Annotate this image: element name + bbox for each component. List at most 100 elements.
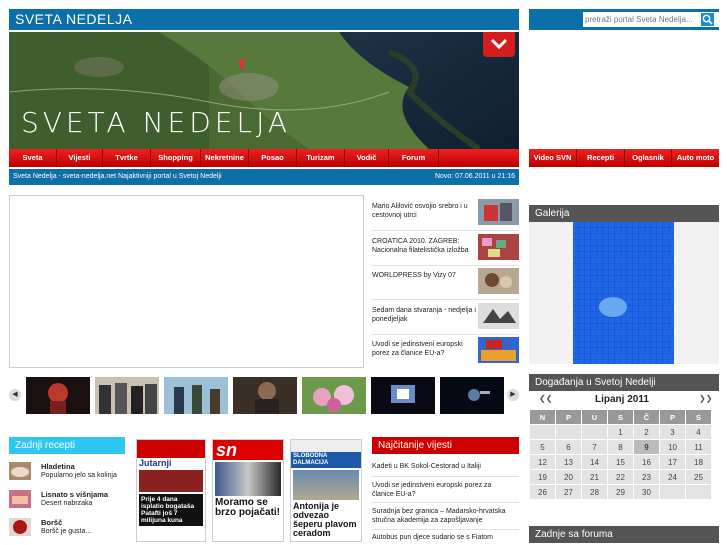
- search-button[interactable]: [700, 12, 715, 27]
- calendar-day[interactable]: 24: [659, 469, 686, 485]
- calendar-day[interactable]: 5: [529, 439, 556, 455]
- news-title[interactable]: CROATICA 2010. ZAGREB: Nacionalna filate…: [372, 237, 476, 255]
- weekday-label: P: [555, 409, 582, 425]
- nav-tvrtke[interactable]: Tvrtke: [103, 149, 151, 167]
- calendar-day[interactable]: 28: [581, 484, 608, 500]
- recipes-header[interactable]: Zadnji recepti: [9, 437, 125, 454]
- calendar-day[interactable]: 14: [581, 454, 608, 470]
- most-read-item[interactable]: Kadeti u BK Sokol-Cestorad u Italiji: [372, 462, 512, 471]
- calendar-day[interactable]: 23: [633, 469, 660, 485]
- calendar-day[interactable]: 7: [581, 439, 608, 455]
- carousel-thumbnail[interactable]: [440, 377, 504, 414]
- carousel-thumbnail[interactable]: [26, 377, 90, 414]
- carousel-next-button[interactable]: ▶: [507, 389, 519, 401]
- recipe-item[interactable]: Lisnato s višnjama Desert nabrzaka: [9, 488, 129, 512]
- gallery-image[interactable]: [573, 222, 674, 364]
- carousel-thumbnail[interactable]: [233, 377, 297, 414]
- cover-top-strip: [291, 440, 361, 452]
- news-item[interactable]: WORLDPRESS by Vizy 07: [372, 268, 519, 296]
- calendar-day[interactable]: 3: [659, 424, 686, 440]
- nav-sveta-nedelja[interactable]: Sveta Nedelja: [9, 149, 57, 180]
- news-thumbnail[interactable]: [478, 234, 519, 260]
- calendar-next-button[interactable]: ❯❯: [699, 394, 712, 403]
- calendar-day[interactable]: 26: [529, 484, 556, 500]
- carousel-prev-button[interactable]: ◀: [9, 389, 21, 401]
- news-item[interactable]: CROATICA 2010. ZAGREB: Nacionalna filate…: [372, 234, 519, 262]
- news-title[interactable]: Sedam dana stvaranja - nedjelja i ponedj…: [372, 306, 476, 324]
- calendar-day[interactable]: 6: [555, 439, 582, 455]
- news-item[interactable]: Sedam dana stvaranja - nedjelja i ponedj…: [372, 303, 519, 331]
- calendar-day[interactable]: 25: [685, 469, 712, 485]
- calendar-day[interactable]: 18: [685, 454, 712, 470]
- recipe-thumbnail[interactable]: [9, 518, 31, 536]
- recipe-name[interactable]: Lisnato s višnjama: [41, 490, 108, 499]
- recipe-item[interactable]: Hladetina Popularno jelo sa kolinja: [9, 460, 129, 484]
- main-nav: Sveta Nedelja Vijesti Tvrtke Shopping Ne…: [9, 149, 519, 180]
- hero-title: SVETA NEDELJA: [21, 106, 292, 139]
- calendar-day[interactable]: 29: [607, 484, 634, 500]
- newspaper-cover-slobodna-dalmacija[interactable]: SLOBODNA DALMACIJA Antonija je odvezao š…: [290, 439, 362, 542]
- carousel-thumbnail[interactable]: [164, 377, 228, 414]
- news-item[interactable]: Uvodi se jedinstveni europski porez za č…: [372, 337, 519, 365]
- carousel-thumbnail[interactable]: [371, 377, 435, 414]
- newspaper-cover-jutarnji[interactable]: Jutarnji Prije 4 dana isplatio bogataša …: [136, 439, 206, 542]
- collapse-banner-button[interactable]: [483, 32, 515, 57]
- news-thumbnail[interactable]: [478, 337, 519, 363]
- events-header[interactable]: Događanja u Svetoj Nedelji: [529, 374, 719, 391]
- most-read-item[interactable]: Uvodi se jedinstveni europski porez za č…: [372, 481, 512, 499]
- gallery-header[interactable]: Galerija: [529, 205, 719, 222]
- site-title[interactable]: SVETA NEDELJA: [9, 9, 519, 30]
- nav-vijesti[interactable]: Vijesti: [57, 149, 103, 167]
- featured-content-box[interactable]: [9, 195, 364, 368]
- nav-recepti[interactable]: Recepti: [577, 149, 625, 167]
- recipe-thumbnail[interactable]: [9, 462, 31, 480]
- news-title[interactable]: Uvodi se jedinstveni europski porez za č…: [372, 340, 476, 358]
- calendar-day[interactable]: 17: [659, 454, 686, 470]
- nav-vodic[interactable]: Vodič: [345, 149, 389, 167]
- nav-oglasnik[interactable]: Oglasnik: [625, 149, 672, 167]
- nav-forum[interactable]: Forum: [389, 149, 439, 167]
- calendar-day[interactable]: 22: [607, 469, 634, 485]
- recipe-name[interactable]: Hladetina: [41, 462, 75, 471]
- nav-shopping[interactable]: Shopping: [151, 149, 201, 167]
- calendar-day[interactable]: 11: [685, 439, 712, 455]
- recipe-thumbnail[interactable]: [9, 490, 31, 508]
- news-title[interactable]: WORLDPRESS by Vizy 07: [372, 271, 476, 280]
- calendar-day[interactable]: 4: [685, 424, 712, 440]
- news-title[interactable]: Mario Alilović osvojio srebro i u cestov…: [372, 202, 476, 220]
- most-read-header[interactable]: Najčitanije vijesti: [372, 437, 519, 454]
- calendar-day[interactable]: 16: [633, 454, 660, 470]
- forum-header[interactable]: Zadnje sa foruma: [529, 526, 719, 543]
- calendar-day[interactable]: 10: [659, 439, 686, 455]
- calendar-day[interactable]: 13: [555, 454, 582, 470]
- news-thumbnail[interactable]: [478, 268, 519, 294]
- calendar-day[interactable]: 21: [581, 469, 608, 485]
- most-read-item[interactable]: Autobus pun djece sudario se s Fiatom: [372, 533, 512, 542]
- newspaper-cover-sn[interactable]: sn Moramo se brzo pojačati!: [212, 439, 284, 542]
- calendar-day[interactable]: 19: [529, 469, 556, 485]
- recipe-item[interactable]: Boršč Boršč je gusta...: [9, 516, 129, 540]
- calendar-day[interactable]: 1: [607, 424, 634, 440]
- news-item[interactable]: Mario Alilović osvojio srebro i u cestov…: [372, 199, 519, 227]
- calendar-prev-button[interactable]: ❮❮: [539, 394, 552, 403]
- calendar-day-today[interactable]: 9: [633, 439, 660, 455]
- calendar-day[interactable]: 30: [633, 484, 660, 500]
- recipe-name[interactable]: Boršč: [41, 518, 62, 527]
- news-thumbnail[interactable]: [478, 199, 519, 225]
- calendar-day[interactable]: 27: [555, 484, 582, 500]
- calendar-day[interactable]: 20: [555, 469, 582, 485]
- nav-auto-moto[interactable]: Auto moto: [672, 149, 719, 167]
- nav-turizam[interactable]: Turizam: [297, 149, 345, 167]
- calendar-week: 19 20 21 22 23 24 25: [529, 469, 712, 485]
- calendar-day[interactable]: 2: [633, 424, 660, 440]
- calendar-day[interactable]: 15: [607, 454, 634, 470]
- most-read-item[interactable]: Suradnja bez granica – Madarsko-hrvatska…: [372, 507, 512, 525]
- calendar-day[interactable]: 12: [529, 454, 556, 470]
- calendar-day[interactable]: 8: [607, 439, 634, 455]
- carousel-thumbnail[interactable]: [95, 377, 159, 414]
- carousel-thumbnail[interactable]: [302, 377, 366, 414]
- nav-nekretnine[interactable]: Nekretnine: [201, 149, 249, 167]
- nav-video-svn[interactable]: Video SVN: [529, 149, 577, 167]
- nav-posao[interactable]: Posao: [249, 149, 297, 167]
- news-thumbnail[interactable]: [478, 303, 519, 329]
